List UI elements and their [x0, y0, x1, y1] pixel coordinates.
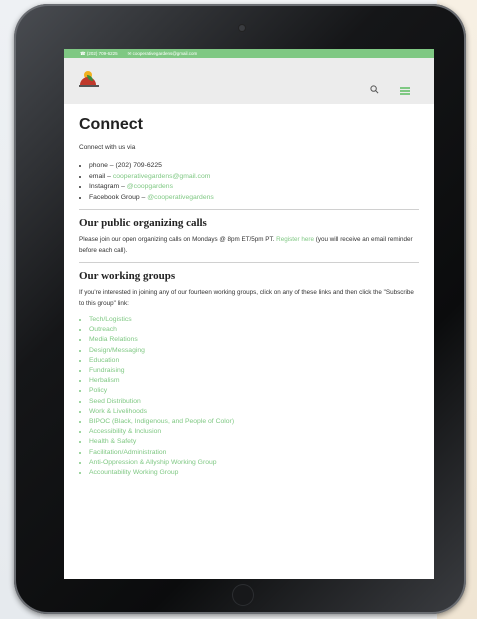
hamburger-icon[interactable]	[400, 87, 410, 95]
register-link[interactable]: Register here	[276, 236, 314, 243]
cooperative-gardens-logo[interactable]	[79, 71, 99, 89]
list-item: email – cooperativegardens@gmail.com	[89, 172, 419, 183]
page-title: Connect	[79, 116, 143, 133]
camera-icon	[239, 25, 245, 31]
email-text: cooperativegardens@gmail.com	[132, 50, 198, 56]
group-link[interactable]: Herbalism	[89, 376, 419, 386]
group-link[interactable]: Accessibility & Inclusion	[89, 427, 419, 437]
email-link[interactable]: cooperativegardens@gmail.com	[113, 173, 211, 180]
divider	[79, 209, 419, 210]
tablet-screen: ☎ (202) 709-6225 ✉ cooperativegardens@gm…	[64, 49, 434, 579]
calls-text: Please join our open organizing calls on…	[79, 236, 413, 254]
email-link[interactable]: ✉ cooperativegardens@gmail.com	[128, 51, 198, 57]
phone-link[interactable]: ☎ (202) 709-6225	[80, 51, 118, 57]
group-link[interactable]: Facilitation/Administration	[89, 448, 419, 458]
list-item: Facebook Group – @cooperativegardens	[89, 193, 419, 204]
phone-value: (202) 709-6225	[115, 162, 162, 169]
group-link[interactable]: Anti-Oppression & Allyship Working Group	[89, 458, 419, 468]
group-link[interactable]: Accountability Working Group	[89, 468, 419, 478]
group-link[interactable]: Education	[89, 356, 419, 366]
group-link[interactable]: Media Relations	[89, 335, 419, 345]
group-link[interactable]: Design/Messaging	[89, 346, 419, 356]
top-info-bar: ☎ (202) 709-6225 ✉ cooperativegardens@gm…	[64, 49, 434, 58]
list-item: phone – (202) 709-6225	[89, 161, 419, 172]
groups-text: If you're interested in joining any of o…	[79, 289, 414, 307]
groups-heading: Our working groups	[79, 270, 176, 282]
home-button[interactable]	[232, 584, 254, 606]
group-link[interactable]: Outreach	[89, 325, 419, 335]
intro-text: Connect with us via	[79, 144, 136, 151]
group-link[interactable]: Health & Safety	[89, 437, 419, 447]
instagram-link[interactable]: @coopgardens	[127, 183, 173, 190]
group-link[interactable]: Fundraising	[89, 366, 419, 376]
facebook-link[interactable]: @cooperativegardens	[147, 194, 214, 201]
list-item: Instagram – @coopgardens	[89, 182, 419, 193]
group-link[interactable]: BIPOC (Black, Indigenous, and People of …	[89, 417, 419, 427]
contact-list: phone – (202) 709-6225 email – cooperati…	[79, 161, 419, 203]
working-groups-list: Tech/Logistics Outreach Media Relations …	[79, 315, 419, 478]
divider	[79, 262, 419, 263]
group-link[interactable]: Work & Livelihoods	[89, 407, 419, 417]
group-link[interactable]: Seed Distribution	[89, 397, 419, 407]
tablet-device: ☎ (202) 709-6225 ✉ cooperativegardens@gm…	[14, 4, 466, 614]
calls-heading: Our public organizing calls	[79, 217, 207, 229]
phone-text: (202) 709-6225	[86, 50, 118, 56]
site-header	[64, 58, 434, 104]
main-content: Connect Connect with us via phone – (202…	[64, 104, 434, 478]
group-link[interactable]: Tech/Logistics	[89, 315, 419, 325]
group-link[interactable]: Policy	[89, 386, 419, 396]
search-icon[interactable]	[370, 85, 379, 94]
